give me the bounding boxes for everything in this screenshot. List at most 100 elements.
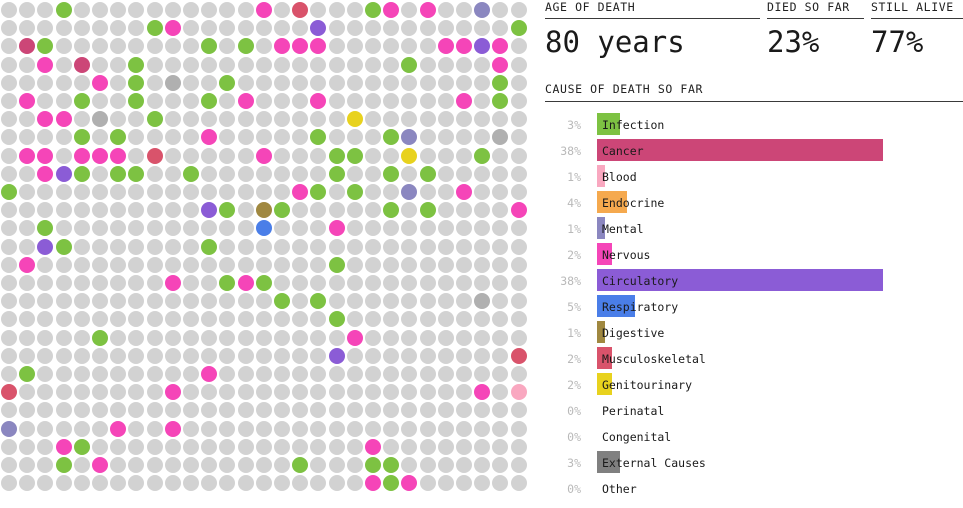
person-dot-alive: [510, 56, 527, 73]
person-dot-alive: [92, 56, 108, 73]
person-dot-alive: [383, 402, 400, 419]
person-dot-died: [346, 184, 363, 200]
person-dot-alive: [146, 347, 163, 364]
person-dot-alive: [164, 56, 181, 73]
person-dot-died: [365, 475, 381, 492]
person-dot-alive: [456, 111, 472, 128]
person-dot-alive: [237, 129, 254, 146]
person-dot-alive: [19, 56, 36, 73]
person-dot-alive: [474, 56, 491, 73]
cause-row[interactable]: 0% Other: [545, 476, 963, 502]
person-dot-alive: [19, 129, 36, 146]
cause-row[interactable]: 0% Congenital: [545, 424, 963, 450]
person-dot-alive: [456, 366, 472, 382]
person-dot-alive: [310, 475, 327, 492]
person-dot-died: [92, 74, 108, 91]
person-dot-alive: [328, 402, 345, 419]
person-dot-died: [201, 202, 218, 219]
person-dot-died: [1, 420, 17, 437]
person-dot-alive: [474, 93, 491, 109]
person-dot-alive: [328, 202, 345, 219]
person-dot-alive: [456, 220, 472, 237]
cause-row[interactable]: 38% Cancer: [545, 138, 963, 164]
person-dot-alive: [237, 220, 254, 237]
person-dot-alive: [474, 457, 491, 473]
person-dot-alive: [401, 74, 418, 91]
person-dot-alive: [255, 366, 272, 382]
person-dot-alive: [219, 366, 236, 382]
person-dot-alive: [255, 238, 272, 255]
cause-row[interactable]: 1% Blood: [545, 164, 963, 190]
person-dot-died: [201, 38, 218, 55]
person-dot-alive: [346, 347, 363, 364]
cause-row[interactable]: 2% Nervous: [545, 242, 963, 268]
person-dot-alive: [510, 238, 527, 255]
person-dot-alive: [383, 38, 400, 55]
person-dot-died: [92, 329, 108, 346]
person-dot-died: [255, 220, 272, 237]
person-dot-alive: [255, 384, 272, 401]
person-dot-alive: [474, 475, 491, 492]
person-dot-alive: [92, 384, 108, 401]
person-dot-alive: [237, 293, 254, 310]
person-dot-alive: [237, 238, 254, 255]
person-dot-alive: [164, 293, 181, 310]
person-dot-alive: [219, 20, 236, 37]
person-dot-alive: [401, 402, 418, 419]
cause-row[interactable]: 2% Musculoskeletal: [545, 346, 963, 372]
person-dot-alive: [492, 256, 509, 273]
person-dot-alive: [201, 256, 218, 273]
person-dot-alive: [292, 384, 309, 401]
person-dot-alive: [73, 256, 90, 273]
cause-row[interactable]: 2% Genitourinary: [545, 372, 963, 398]
person-dot-alive: [492, 238, 509, 255]
person-dot-alive: [128, 20, 145, 37]
person-dot-alive: [201, 311, 218, 328]
person-dot-alive: [146, 2, 163, 18]
person-dot-alive: [401, 366, 418, 382]
person-dot-died: [201, 366, 218, 382]
person-dot-alive: [474, 256, 491, 273]
person-dot-alive: [346, 2, 363, 18]
person-dot-alive: [146, 402, 163, 419]
cause-row[interactable]: 1% Mental: [545, 216, 963, 242]
cause-percent: 2%: [567, 378, 581, 392]
cause-row[interactable]: 1% Digestive: [545, 320, 963, 346]
person-dot-alive: [419, 184, 436, 200]
person-dot-alive: [383, 256, 400, 273]
person-dot-died: [310, 293, 327, 310]
cause-row[interactable]: 3% Infection: [545, 112, 963, 138]
person-dot-alive: [492, 111, 509, 128]
person-dot-alive: [346, 38, 363, 55]
person-dot-alive: [419, 129, 436, 146]
person-dot-alive: [492, 202, 509, 219]
person-dot-alive: [110, 293, 127, 310]
person-dot-alive: [346, 366, 363, 382]
person-dot-alive: [346, 457, 363, 473]
person-dot-alive: [219, 475, 236, 492]
cause-row[interactable]: 4% Endocrine: [545, 190, 963, 216]
cause-row[interactable]: 0% Perinatal: [545, 398, 963, 424]
person-dot-alive: [510, 2, 527, 18]
person-dot-alive: [474, 202, 491, 219]
cause-row[interactable]: 38% Circulatory: [545, 268, 963, 294]
person-dot-alive: [146, 329, 163, 346]
cause-row[interactable]: 5% Respiratory: [545, 294, 963, 320]
person-dot-alive: [274, 402, 290, 419]
person-dot-alive: [183, 220, 199, 237]
person-dot-alive: [201, 420, 218, 437]
person-dot-alive: [73, 202, 90, 219]
person-dot-alive: [183, 457, 199, 473]
person-dot-alive: [328, 56, 345, 73]
cause-row[interactable]: 3% External Causes: [545, 450, 963, 476]
person-dot-alive: [55, 329, 72, 346]
person-dot-alive: [92, 293, 108, 310]
cause-label: Genitourinary: [602, 378, 693, 392]
person-dot-died: [346, 147, 363, 164]
person-dot-alive: [110, 438, 127, 455]
person-dot-alive: [201, 165, 218, 182]
person-dot-alive: [1, 347, 17, 364]
person-dot-alive: [201, 20, 218, 37]
person-dot-alive: [128, 311, 145, 328]
person-dot-alive: [419, 74, 436, 91]
